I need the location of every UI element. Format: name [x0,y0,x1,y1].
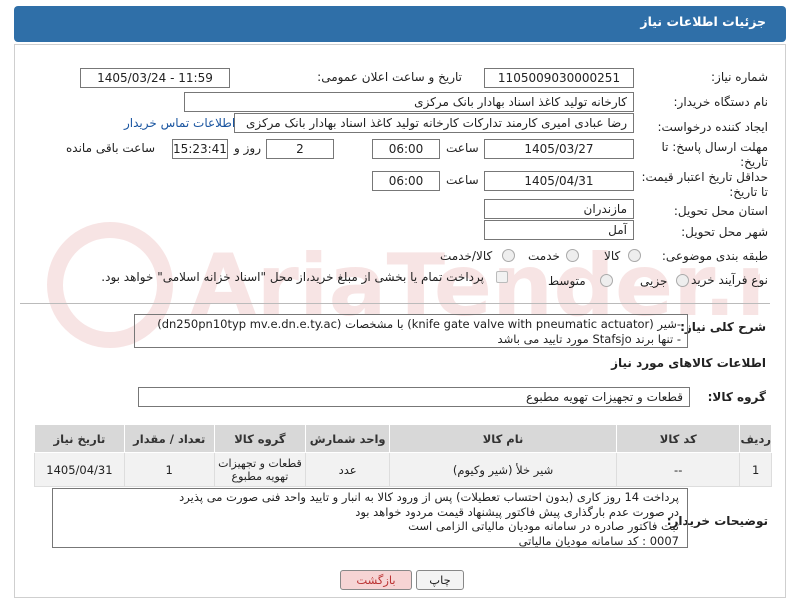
back-button[interactable]: بازگشت [340,570,412,590]
category-radio-both[interactable] [502,249,515,262]
table-header-row: تاریخ نیاز تعداد / مقدار گروه کالا واحد … [34,424,772,453]
reply-date-field: 1405/03/27 [484,139,634,159]
price-time-field: 06:00 [372,171,440,191]
goods-group-label: گروه کالا: [707,390,766,404]
need-number-field: 1105009030000251 [484,68,634,88]
description-line-2: - تنها برند Stafsjo مورد تایید می باشد [497,332,681,346]
process-option-minor: جزیی [640,274,668,288]
remaining-word: ساعت باقی مانده [66,141,156,155]
cell-unit: عدد [305,452,391,487]
process-option-medium: متوسط [548,274,586,288]
print-button[interactable]: چاپ [416,570,464,590]
process-label: نوع فرآیند خرید : [683,273,768,287]
description-label: شرح کلی نیاز: [680,320,766,334]
buyer-notes-line-4: 0007 : کد سامانه مودیان مالیاتی [518,533,679,548]
province-field: مازندران [484,199,634,219]
divider [20,303,770,304]
need-number-label: شماره نیاز: [711,70,768,84]
city-field: آمل [484,220,634,240]
cell-goods-code: -- [615,452,741,487]
creator-label: ایجاد کننده درخواست: [657,120,768,134]
category-option-goods: کالا [604,249,621,263]
price-validity-label: حداقل تاریخ اعتبار قیمت: تا تاریخ: [641,170,768,199]
reply-deadline-label: مهلت ارسال پاسخ: تا تاریخ: [661,140,768,169]
header-bar: جزئیات اطلاعات نیاز [14,6,786,42]
treasury-checkbox[interactable] [496,271,508,283]
cell-goods-name: شیر خلأ (شیر وکیوم) [389,452,617,487]
buyer-notes-line-3: ثبت فاکتور صادره در سامانه مودیان مالیات… [408,519,679,533]
payment-note: پرداخت تمام یا بخشی از مبلغ خرید،از محل … [101,270,484,284]
buyer-contact-link[interactable]: اطلاعات تماس خریدار [124,116,235,130]
goods-table: تاریخ نیاز تعداد / مقدار گروه کالا واحد … [34,424,772,487]
buyer-org-field: کارخانه تولید کاغذ اسناد بهادار بانک مرک… [184,92,634,112]
category-label: طبقه بندی موضوعی: [661,249,768,263]
creator-field: رضا عبادی امیری کارمند تدارکات کارخانه ت… [234,113,634,133]
process-radio-minor[interactable] [676,274,689,287]
process-radio-medium[interactable] [600,274,613,287]
category-radio-goods[interactable] [628,249,641,262]
col-quantity: تعداد / مقدار [123,424,215,453]
days-field: 2 [266,139,334,159]
category-option-both: کالا/خدمت [440,249,493,263]
description-textarea[interactable]: -شیر (knife gate valve with pneumatic ac… [134,314,688,348]
col-goods-name: نام کالا [389,424,617,453]
price-date-field: 1405/04/31 [484,171,634,191]
description-line-1: -شیر (knife gate valve with pneumatic ac… [157,317,681,331]
buyer-notes-line-2: در صورت عدم بارگذاری پیش فاکتور پیشنهاد … [355,504,679,519]
announce-field: 1405/03/24 - 11:59 [80,68,230,88]
cell-goods-group: قطعات و تجهیزات تهویه مطبوع [213,452,307,487]
city-label: شهر محل تحویل: [681,225,768,239]
reply-time-word: ساعت [446,141,479,155]
days-word: روز و [234,141,261,155]
province-label: استان محل تحویل: [673,204,768,218]
cell-row: 1 [739,452,772,487]
buyer-notes-textarea[interactable]: پرداخت 14 روز کاری (بدون احتساب تعطیلات)… [52,488,688,548]
remaining-time-field: 15:23:41 [172,139,228,159]
col-goods-group: گروه کالا [213,424,307,453]
table-row[interactable]: 1405/04/31 1 قطعات و تجهیزات تهویه مطبوع… [34,452,772,487]
cell-quantity: 1 [123,452,215,487]
col-unit: واحد شمارش [305,424,391,453]
category-option-service: خدمت [528,249,560,263]
col-row: ردیف [739,424,772,453]
col-need-date: تاریخ نیاز [34,424,125,453]
category-radio-service[interactable] [566,249,579,262]
page-title: جزئیات اطلاعات نیاز [640,14,766,29]
col-goods-code: کد کالا [615,424,741,453]
buyer-notes-line-1: پرداخت 14 روز کاری (بدون احتساب تعطیلات)… [179,490,679,504]
buyer-org-label: نام دستگاه خریدار: [673,95,769,109]
goods-group-field: قطعات و تجهیزات تهویه مطبوع [138,387,690,407]
goods-info-title: اطلاعات کالاهای مورد نیاز [611,356,766,370]
announce-label: تاریخ و ساعت اعلان عمومی: [317,70,462,84]
reply-time-field: 06:00 [372,139,440,159]
cell-need-date: 1405/04/31 [34,452,125,487]
price-time-word: ساعت [446,173,479,187]
